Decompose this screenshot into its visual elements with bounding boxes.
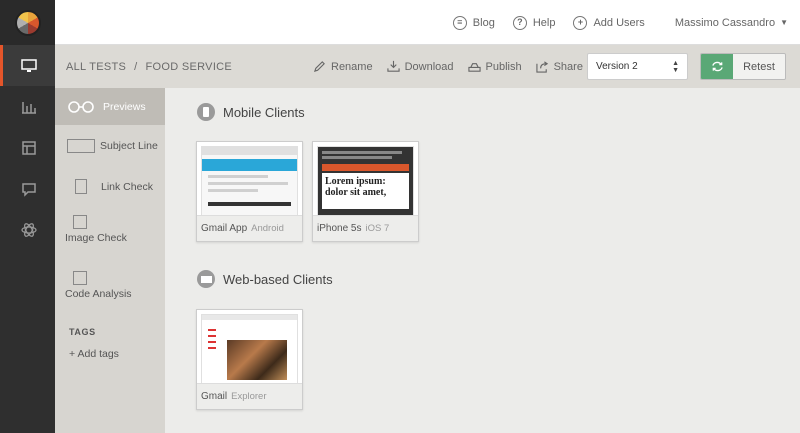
sub-header: ALL TESTS / FOOD SERVICE Rename Download…: [55, 45, 800, 88]
web-clients-heading: Web-based Clients: [197, 270, 333, 288]
image-icon: [73, 215, 87, 229]
app-logo[interactable]: [0, 0, 55, 45]
preview-card-gmail-app[interactable]: Gmail App Android: [196, 141, 303, 242]
version-select[interactable]: Version 2 ▲ ▼: [587, 53, 688, 80]
preview-card-gmail-explorer[interactable]: Gmail Explorer: [196, 309, 303, 410]
version-value: Version 2: [596, 61, 638, 72]
sync-icon: [701, 54, 733, 79]
download-button[interactable]: Download: [386, 60, 454, 73]
user-name: Massimo Cassandro: [674, 16, 776, 29]
blog-link[interactable]: ≡ Blog: [452, 15, 495, 30]
plus-icon: +: [573, 15, 588, 30]
speech-bubble-icon: [22, 182, 36, 197]
client-os: iOS 7: [365, 223, 390, 234]
left-rail: [0, 0, 55, 433]
breadcrumb: ALL TESTS / FOOD SERVICE: [66, 61, 232, 73]
test-panel: Previews Subject Line Link Check Image C…: [55, 88, 165, 433]
rail-item-tests[interactable]: [0, 45, 55, 86]
rename-button[interactable]: Rename: [313, 60, 373, 73]
monitor-icon: [21, 58, 37, 72]
layout-icon: [22, 140, 36, 155]
mobile-clients-heading: Mobile Clients: [197, 103, 305, 121]
select-arrows-icon: ▲ ▼: [672, 59, 679, 74]
panel-item-image-check[interactable]: Image Check: [55, 207, 165, 263]
mobile-clients-title: Mobile Clients: [223, 104, 305, 120]
client-os: Explorer: [231, 391, 267, 402]
panel-item-previews[interactable]: Previews: [55, 88, 165, 125]
card-caption: Gmail Explorer: [197, 383, 302, 409]
glasses-icon: [68, 100, 94, 113]
client-name: Gmail: [201, 391, 228, 402]
share-label: Share: [553, 60, 583, 73]
previews-content: Mobile Clients Gmail App Android Lorem i…: [165, 88, 800, 433]
image-check-label: Image Check: [65, 232, 127, 244]
publish-icon: [467, 63, 481, 72]
blog-label: Blog: [472, 16, 495, 29]
client-name: iPhone 5s: [317, 223, 362, 234]
phone-icon: [197, 103, 215, 121]
breadcrumb-all-tests[interactable]: ALL TESTS: [66, 61, 126, 73]
top-bar: ≡ Blog ? Help + Add Users Massimo Cassan…: [55, 0, 800, 45]
rename-label: Rename: [331, 60, 373, 73]
document-icon: [75, 179, 87, 194]
help-link[interactable]: ? Help: [512, 15, 556, 30]
card-caption: iPhone 5s iOS 7: [313, 215, 418, 241]
rail-item-comments[interactable]: [0, 168, 55, 209]
retest-button[interactable]: Retest: [700, 53, 786, 80]
tags-title: TAGS: [69, 327, 96, 337]
logo-wheel-icon: [14, 9, 41, 36]
tags-section: TAGS + Add tags: [55, 327, 165, 360]
atom-icon: [21, 222, 37, 237]
rail-item-analytics[interactable]: [0, 86, 55, 127]
preview-card-iphone-5s[interactable]: Lorem ipsum: dolor sit amet, iPhone 5s i…: [312, 141, 419, 242]
breadcrumb-current: FOOD SERVICE: [145, 60, 233, 73]
client-name: Gmail App: [201, 223, 248, 234]
user-menu[interactable]: Massimo Cassandro ▼: [675, 17, 788, 29]
share-icon: [535, 61, 548, 73]
rail-item-settings[interactable]: [0, 209, 55, 250]
preview-text: Lorem ipsum: dolor sit amet,: [322, 173, 409, 209]
breadcrumb-separator: /: [134, 60, 138, 73]
code-analysis-label: Code Analysis: [65, 288, 132, 300]
help-icon: ?: [512, 15, 527, 30]
browser-icon: [197, 270, 215, 288]
add-users-link[interactable]: + Add Users: [573, 15, 645, 30]
chevron-down-icon: ▼: [780, 18, 788, 27]
preview-thumbnail: [201, 314, 298, 384]
publish-button[interactable]: Publish: [467, 60, 522, 73]
panel-item-link-check[interactable]: Link Check: [55, 166, 165, 207]
previews-label: Previews: [103, 100, 146, 113]
add-tags-link[interactable]: + Add tags: [69, 348, 165, 360]
pencil-icon: [313, 61, 325, 73]
panel-item-code-analysis[interactable]: Code Analysis: [55, 263, 165, 319]
code-file-icon: [73, 271, 87, 285]
client-os: Android: [251, 223, 284, 234]
download-icon: [386, 60, 400, 72]
bar-chart-icon: [22, 101, 36, 114]
web-clients-title: Web-based Clients: [223, 271, 333, 287]
help-label: Help: [532, 16, 556, 29]
preview-thumbnail: [201, 146, 298, 216]
subject-line-icon: [67, 138, 95, 153]
download-label: Download: [404, 60, 454, 73]
preview-thumbnail: Lorem ipsum: dolor sit amet,: [317, 146, 414, 216]
card-caption: Gmail App Android: [197, 215, 302, 241]
share-button[interactable]: Share: [535, 60, 583, 73]
rail-item-templates[interactable]: [0, 127, 55, 168]
add-users-label: Add Users: [593, 16, 645, 29]
top-nav: ≡ Blog ? Help + Add Users Massimo Cassan…: [452, 0, 788, 45]
test-actions: Rename Download Publish Share: [313, 45, 583, 88]
food-image: [227, 340, 287, 380]
subject-line-label: Subject Line: [100, 139, 158, 152]
panel-item-subject-line[interactable]: Subject Line: [55, 125, 165, 166]
blog-icon: ≡: [452, 15, 467, 30]
publish-label: Publish: [485, 60, 522, 73]
retest-label: Retest: [733, 54, 785, 79]
link-check-label: Link Check: [101, 180, 153, 193]
